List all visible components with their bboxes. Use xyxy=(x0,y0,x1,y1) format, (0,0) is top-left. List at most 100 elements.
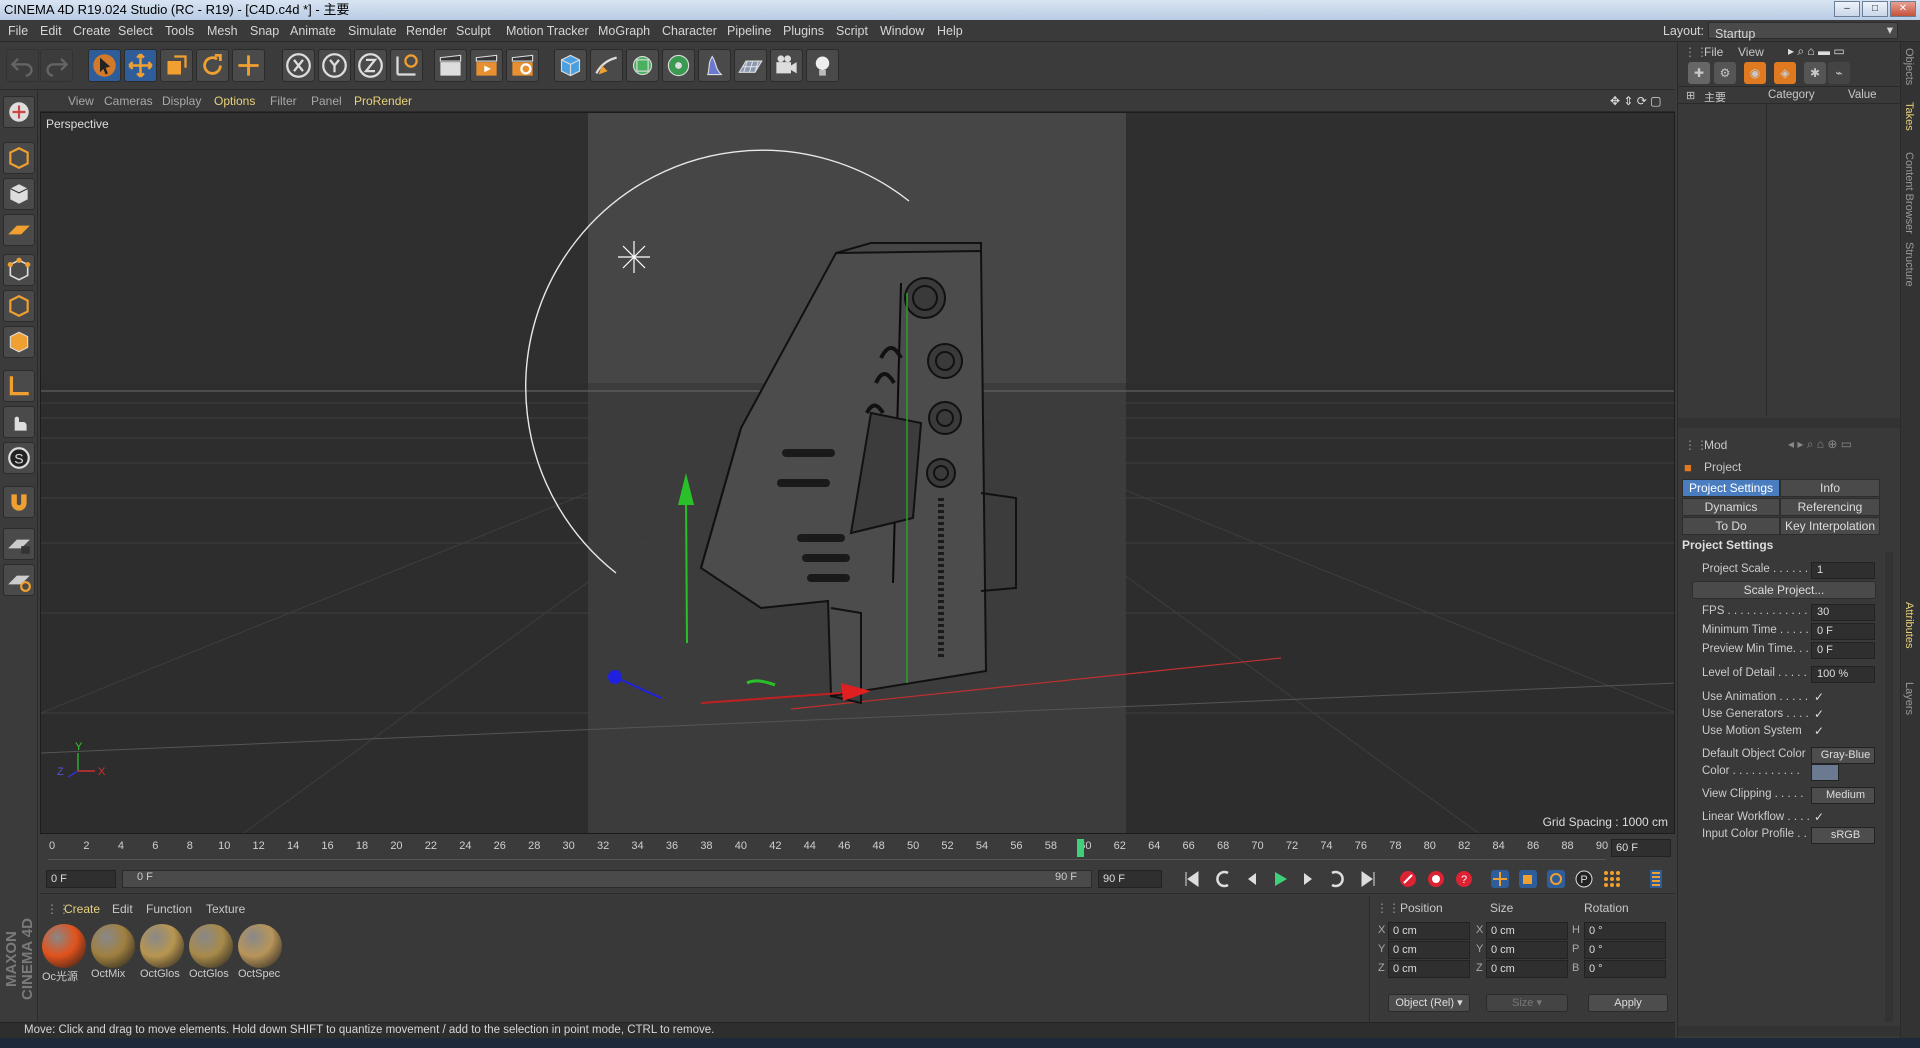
coordinate-system-button[interactable] xyxy=(390,49,423,82)
attribute-value[interactable]: 0 F xyxy=(1811,642,1875,659)
vertical-scrollbar[interactable] xyxy=(1885,552,1893,1022)
apply-button[interactable]: Apply xyxy=(1588,994,1668,1012)
go-to-end-button[interactable] xyxy=(1356,868,1380,890)
minimize-button[interactable]: – xyxy=(1834,1,1860,17)
next-frame-button[interactable] xyxy=(1296,868,1320,890)
rotation-field[interactable]: 0 ° xyxy=(1584,922,1666,940)
keyframe-selection-button[interactable]: ? xyxy=(1452,868,1476,890)
play-button[interactable] xyxy=(1268,868,1292,890)
rotation-track-button[interactable] xyxy=(1544,868,1568,890)
menu-script[interactable]: Script xyxy=(836,24,868,38)
menu-simulate[interactable]: Simulate xyxy=(348,24,397,38)
solo-mode-button[interactable]: S xyxy=(3,442,35,474)
move-tool-button[interactable] xyxy=(124,49,157,82)
floor-button[interactable] xyxy=(734,49,767,82)
workplane-lock-button[interactable] xyxy=(3,528,35,560)
vp-menu-cameras[interactable]: Cameras xyxy=(104,94,153,108)
deformer-button[interactable] xyxy=(698,49,731,82)
attribute-checkbox[interactable]: ✓ xyxy=(1814,690,1824,704)
tab-dynamics[interactable]: Dynamics xyxy=(1682,498,1780,516)
rotate-tool-button[interactable] xyxy=(196,49,229,82)
menu-select[interactable]: Select xyxy=(118,24,153,38)
vp-menu-display[interactable]: Display xyxy=(162,94,201,108)
coordinate-mode-select[interactable]: Object (Rel) ▾ xyxy=(1388,994,1470,1012)
timeline-ruler[interactable]: 0 2 4 6 8 10 12 14 16 18 20 22 24 26 28 30 32 34 36 38 40 42 4… xyxy=(40,836,1675,862)
3d-viewport[interactable]: Y X Z Perspective Grid Spacing : 1000 cm xyxy=(40,112,1675,834)
cloner-button[interactable] xyxy=(662,49,695,82)
tab-key-interpolation[interactable]: Key Interpolation xyxy=(1780,517,1880,535)
take-clone-icon[interactable]: ⚙ xyxy=(1714,62,1736,84)
dock-tab[interactable]: Layers xyxy=(1903,682,1915,715)
timeline-playhead[interactable] xyxy=(1077,839,1084,857)
menu-file[interactable]: File xyxy=(8,24,28,38)
vp-menu-options[interactable]: Options xyxy=(214,94,255,108)
maximize-button[interactable]: □ xyxy=(1862,1,1888,17)
size-field[interactable]: 0 cm xyxy=(1486,941,1568,959)
size-field[interactable]: 0 cm xyxy=(1486,960,1568,978)
layout-select[interactable]: Startup ▾ xyxy=(1708,22,1898,41)
attribute-value[interactable]: 100 % xyxy=(1811,666,1875,683)
position-field[interactable]: 0 cm xyxy=(1388,922,1470,940)
subdivision-surface-button[interactable] xyxy=(626,49,659,82)
vp-menu-panel[interactable]: Panel xyxy=(311,94,342,108)
points-mode-button[interactable] xyxy=(3,254,35,286)
timeline-ticks[interactable]: 0 2 4 6 8 10 12 14 16 18 20 22 24 26 28 30 32 34 36 38 40 42 4… xyxy=(48,838,1608,860)
end-frame-field[interactable]: 90 F xyxy=(1098,870,1162,888)
vp-menu-filter[interactable]: Filter xyxy=(270,94,297,108)
viewport-navigation-icons[interactable]: ✥ ⇕ ⟳ ▢ xyxy=(1610,94,1662,108)
size-field[interactable]: 0 cm xyxy=(1486,922,1568,940)
z-axis-lock-button[interactable] xyxy=(354,49,387,82)
tab-to-do[interactable]: To Do xyxy=(1682,517,1780,535)
material-swatch[interactable]: OctGlos xyxy=(189,924,233,984)
menu-character[interactable]: Character xyxy=(662,24,717,38)
render-settings-button[interactable] xyxy=(506,49,539,82)
live-selection-button[interactable] xyxy=(88,49,121,82)
dock-tab[interactable]: Attributes xyxy=(1903,602,1915,648)
edges-mode-button[interactable] xyxy=(3,290,35,322)
mat-menu-function[interactable]: Function xyxy=(146,902,192,916)
attribute-value[interactable]: 1 xyxy=(1811,562,1875,579)
axis-mode-button[interactable] xyxy=(3,370,35,402)
attribute-value[interactable]: Gray-Blue xyxy=(1811,747,1875,764)
attribute-checkbox[interactable]: ✓ xyxy=(1814,724,1824,738)
menu-help[interactable]: Help xyxy=(937,24,963,38)
texture-mode-button[interactable] xyxy=(3,178,35,210)
take-render-icon[interactable]: ✱ xyxy=(1804,62,1826,84)
planar-workplane-button[interactable] xyxy=(3,564,35,596)
attributes-toolbar-icons[interactable]: ◂ ▸ ⌕ ⌂ ⊕ ▭ xyxy=(1788,437,1852,452)
attribute-value[interactable]: Medium xyxy=(1811,787,1875,804)
objects-menu-view[interactable]: View xyxy=(1738,45,1764,59)
take-group-icon[interactable]: ◈ xyxy=(1774,62,1796,84)
scale-project-button[interactable]: Scale Project... xyxy=(1692,581,1876,599)
dock-tab[interactable]: Structure xyxy=(1903,242,1915,287)
color-swatch[interactable] xyxy=(1811,764,1839,781)
start-frame-field[interactable]: 0 F xyxy=(46,870,116,888)
record-active-button[interactable] xyxy=(1396,868,1420,890)
take-override-icon[interactable]: ◉ xyxy=(1744,62,1766,84)
position-field[interactable]: 0 cm xyxy=(1388,941,1470,959)
tab-info[interactable]: Info xyxy=(1780,479,1880,497)
point-level-animation-button[interactable] xyxy=(1600,868,1624,890)
scale-tool-button[interactable] xyxy=(160,49,193,82)
menu-render[interactable]: Render xyxy=(406,24,447,38)
pen-tool-button[interactable] xyxy=(590,49,623,82)
autokey-button[interactable] xyxy=(1424,868,1448,890)
menu-mograph[interactable]: MoGraph xyxy=(598,24,650,38)
y-axis-lock-button[interactable] xyxy=(318,49,351,82)
attribute-checkbox[interactable]: ✓ xyxy=(1814,707,1824,721)
menu-create[interactable]: Create xyxy=(73,24,111,38)
dock-tab[interactable]: Objects xyxy=(1903,48,1915,85)
material-swatch[interactable]: OctSpec xyxy=(238,924,282,984)
go-to-start-button[interactable] xyxy=(1180,868,1204,890)
attribute-checkbox[interactable]: ✓ xyxy=(1814,810,1824,824)
objects-menu-file[interactable]: File xyxy=(1704,45,1723,59)
dock-tab[interactable]: Content Browser xyxy=(1903,152,1915,234)
take-add-icon[interactable]: ✚ xyxy=(1688,62,1710,84)
make-editable-button[interactable] xyxy=(3,96,35,128)
close-button[interactable]: ✕ xyxy=(1890,1,1916,17)
size-mode-select[interactable]: Size ▾ xyxy=(1486,994,1568,1012)
cube-object-button[interactable] xyxy=(554,49,587,82)
menu-pipeline[interactable]: Pipeline xyxy=(727,24,771,38)
position-track-button[interactable] xyxy=(1488,868,1512,890)
preview-range-slider[interactable]: 0 F 90 F xyxy=(122,870,1092,888)
